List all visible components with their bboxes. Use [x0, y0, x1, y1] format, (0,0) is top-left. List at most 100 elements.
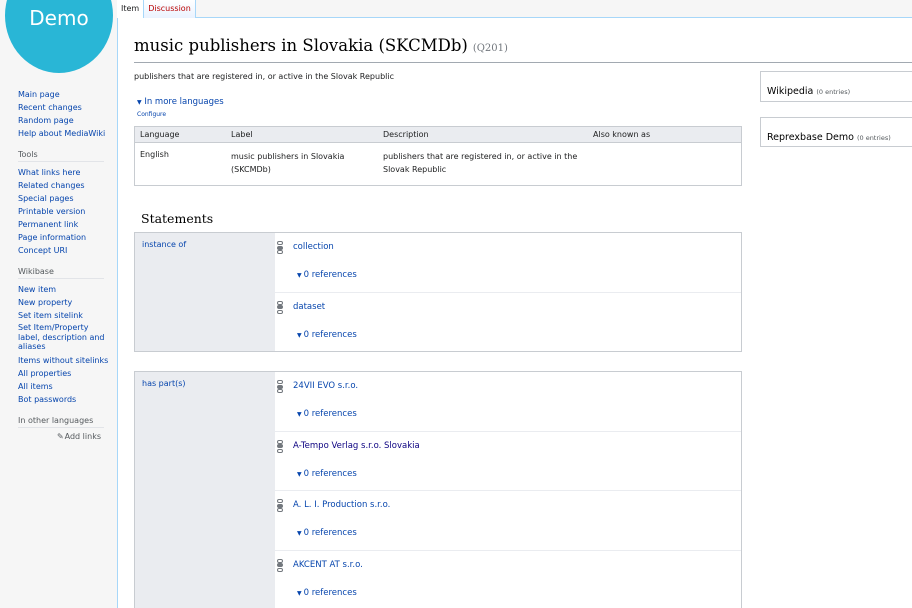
statement-value[interactable]: dataset	[293, 302, 325, 312]
page-title: music publishers in Slovakia (SKCMDb) (Q2…	[134, 36, 508, 55]
sidebar-item-all-items[interactable]: All items	[18, 382, 53, 391]
rank-icon[interactable]	[277, 380, 283, 393]
item-description: publishers that are registered in, or ac…	[134, 72, 394, 81]
sidebar-tools: Tools What links here Related changes Sp…	[18, 150, 112, 257]
statement-value[interactable]: A. L. I. Production s.r.o.	[293, 500, 390, 510]
statement: AKCENT AT s.r.o. ▼ 0 references	[275, 551, 741, 608]
references-label: 0 references	[303, 587, 357, 598]
sidebar-item-all-properties[interactable]: All properties	[18, 369, 71, 378]
tab-divider	[195, 17, 912, 18]
sitelink-group-title: Reprexbase Demo	[767, 132, 854, 143]
site-logo[interactable]: Demo	[5, 0, 113, 73]
item-label: music publishers in Slovakia (SKCMDb)	[134, 36, 468, 55]
references-toggle[interactable]: ▼ 0 references	[297, 409, 357, 419]
references-toggle[interactable]: ▼ 0 references	[297, 330, 357, 340]
sitelink-group-title: Wikipedia	[767, 86, 814, 97]
rank-icon[interactable]	[277, 439, 283, 453]
sidebar-item-page-information[interactable]: Page information	[18, 233, 86, 242]
rank-icon[interactable]	[277, 558, 283, 572]
statement-value[interactable]: AKCENT AT s.r.o.	[293, 560, 363, 570]
rank-icon[interactable]	[277, 300, 283, 314]
languages-heading: In other languages	[18, 416, 104, 428]
caret-down-icon: ▼	[297, 272, 302, 279]
sidebar-item-permanent-link[interactable]: Permanent link	[18, 220, 78, 229]
tab-item[interactable]: Item	[117, 0, 145, 18]
tab-discussion[interactable]: Discussion	[144, 0, 196, 18]
references-label: 0 references	[303, 468, 357, 479]
add-links-button[interactable]: ✎Add links	[18, 432, 101, 441]
configure-link[interactable]: Configure	[137, 111, 166, 118]
row-label[interactable]: music publishers in Slovakia (SKCMDb)	[227, 150, 379, 176]
sidebar-item-concept-uri[interactable]: Concept URI	[18, 246, 67, 255]
rank-icon[interactable]	[277, 499, 283, 512]
tools-heading: Tools	[18, 150, 104, 162]
sitelink-count: (0 entries)	[816, 88, 851, 96]
add-links-label: Add links	[64, 431, 101, 441]
statements-heading: Statements	[141, 211, 214, 226]
references-label: 0 references	[303, 528, 357, 538]
property-cell: instance of	[135, 233, 275, 351]
statement: A-Tempo Verlag s.r.o. Slovakia ▼ 0 refere…	[275, 432, 741, 491]
sidebar-item-recent-changes[interactable]: Recent changes	[18, 103, 82, 112]
caret-down-icon: ▼	[297, 530, 302, 537]
column-header-aliases: Also known as	[593, 130, 651, 139]
pencil-icon: ✎	[56, 431, 64, 441]
statement-list: collection ▼ 0 references dataset ▼ 0 refe…	[275, 233, 741, 352]
rank-icon[interactable]	[277, 241, 283, 254]
statement-list: 24VII EVO s.r.o. ▼ 0 references A-Tempo V…	[275, 372, 741, 608]
sidebar-item-special-pages[interactable]: Special pages	[18, 194, 74, 203]
sidebar-item-set-label[interactable]: Set Item/Property label, description and…	[18, 323, 105, 351]
page-tabs: Item Discussion	[117, 0, 196, 18]
sidebar-item-help[interactable]: Help about MediaWiki	[18, 129, 105, 138]
references-label: 0 references	[303, 409, 357, 419]
sidebar-wikibase: Wikibase New item New property Set item …	[18, 267, 112, 406]
sidebar-item-new-item[interactable]: New item	[18, 285, 56, 294]
statement-group-instance-of: instance of collection ▼ 0 references dat…	[134, 232, 742, 352]
sidebar-item-printable-version[interactable]: Printable version	[18, 207, 85, 216]
references-toggle[interactable]: ▼ 0 references	[297, 270, 357, 280]
wikibase-heading: Wikibase	[18, 267, 104, 279]
logo-text: Demo	[29, 6, 89, 30]
item-id: (Q201)	[472, 43, 508, 54]
property-cell: has part(s)	[135, 372, 275, 608]
language-table: Language Label Description Also known as…	[134, 126, 742, 186]
sidebar-item-random-page[interactable]: Random page	[18, 116, 74, 125]
statement-value[interactable]: A-Tempo Verlag s.r.o. Slovakia	[293, 441, 420, 451]
references-toggle[interactable]: ▼ 0 references	[297, 588, 357, 598]
row-aliases[interactable]	[589, 150, 741, 176]
caret-down-icon: ▼	[297, 470, 302, 478]
statement: A. L. I. Production s.r.o. ▼ 0 references	[275, 491, 741, 551]
sidebar-item-main-page[interactable]: Main page	[18, 90, 60, 99]
in-more-languages-toggle[interactable]: ▼ In more languages	[137, 97, 224, 107]
sidebar-item-related-changes[interactable]: Related changes	[18, 181, 85, 190]
statement-value[interactable]: collection	[293, 242, 334, 252]
caret-down-icon: ▼	[297, 589, 302, 597]
heading-divider	[134, 62, 912, 63]
references-toggle[interactable]: ▼ 0 references	[297, 469, 357, 479]
row-description[interactable]: publishers that are registered in, or ac…	[379, 150, 589, 176]
property-link-instance-of[interactable]: instance of	[142, 240, 186, 249]
language-table-header: Language Label Description Also known as	[135, 127, 741, 143]
property-link-has-parts[interactable]: has part(s)	[142, 379, 186, 388]
sitelink-count: (0 entries)	[856, 134, 891, 142]
column-header-description: Description	[383, 130, 429, 139]
statement: dataset ▼ 0 references	[275, 293, 741, 353]
references-toggle[interactable]: ▼ 0 references	[297, 528, 357, 538]
statement: collection ▼ 0 references	[275, 233, 741, 293]
statement: 24VII EVO s.r.o. ▼ 0 references	[275, 372, 741, 432]
sitelink-group-wikipedia: Wikipedia (0 entries)	[760, 71, 912, 102]
sidebar-item-what-links-here[interactable]: What links here	[18, 168, 80, 177]
in-more-languages-label: In more languages	[144, 97, 224, 107]
statement-group-has-parts: has part(s) 24VII EVO s.r.o. ▼ 0 referenc…	[134, 371, 742, 608]
sidebar-item-new-property[interactable]: New property	[18, 298, 72, 307]
sidebar-item-bot-passwords[interactable]: Bot passwords	[18, 395, 76, 404]
sitelink-group-reprexbase: Reprexbase Demo (0 entries)	[760, 117, 912, 147]
sidebar: Main page Recent changes Random page Hel…	[0, 88, 112, 449]
caret-down-icon: ▼	[297, 411, 302, 418]
sidebar-navigation: Main page Recent changes Random page Hel…	[18, 88, 112, 140]
column-header-language: Language	[140, 130, 180, 139]
sidebar-item-items-without-sitelinks[interactable]: Items without sitelinks	[18, 356, 108, 365]
sidebar-languages: In other languages ✎Add links	[18, 416, 112, 441]
statement-value[interactable]: 24VII EVO s.r.o.	[293, 381, 358, 391]
sidebar-item-set-item-sitelink[interactable]: Set item sitelink	[18, 311, 83, 320]
